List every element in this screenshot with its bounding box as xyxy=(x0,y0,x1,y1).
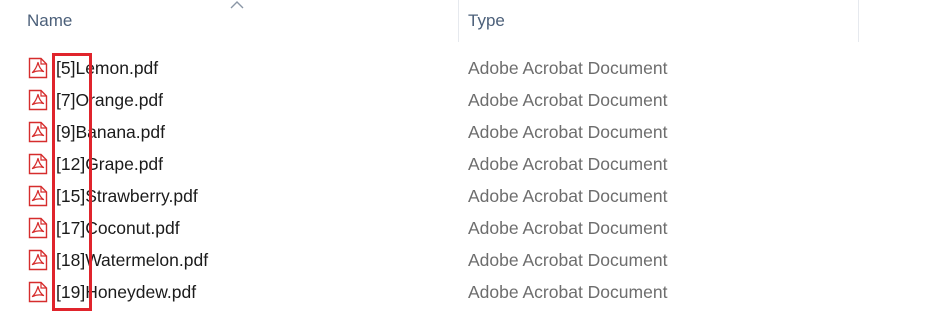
file-type: Adobe Acrobat Document xyxy=(468,218,668,238)
pdf-file-icon xyxy=(28,153,48,175)
column-divider[interactable] xyxy=(858,0,859,42)
file-name[interactable]: [17]Coconut.pdf xyxy=(56,212,180,244)
file-row[interactable]: [12]Grape.pdf Adobe Acrobat Document xyxy=(0,148,926,180)
file-row[interactable]: [9]Banana.pdf Adobe Acrobat Document xyxy=(0,116,926,148)
file-list: [5]Lemon.pdf Adobe Acrobat Document [7]O… xyxy=(0,52,926,308)
file-row[interactable]: [17]Coconut.pdf Adobe Acrobat Document xyxy=(0,212,926,244)
pdf-file-icon xyxy=(28,185,48,207)
file-row[interactable]: [7]Orange.pdf Adobe Acrobat Document xyxy=(0,84,926,116)
file-name[interactable]: [9]Banana.pdf xyxy=(56,116,165,148)
file-type: Adobe Acrobat Document xyxy=(468,282,668,302)
file-type: Adobe Acrobat Document xyxy=(468,154,668,174)
file-name[interactable]: [15]Strawberry.pdf xyxy=(56,180,198,212)
file-row[interactable]: [19]Honeydew.pdf Adobe Acrobat Document xyxy=(0,276,926,308)
pdf-file-icon xyxy=(28,57,48,79)
file-name[interactable]: [5]Lemon.pdf xyxy=(56,52,158,84)
pdf-file-icon xyxy=(28,217,48,239)
file-row[interactable]: [18]Watermelon.pdf Adobe Acrobat Documen… xyxy=(0,244,926,276)
file-name[interactable]: [12]Grape.pdf xyxy=(56,148,163,180)
name-column-header[interactable]: Name xyxy=(0,0,458,42)
file-type: Adobe Acrobat Document xyxy=(468,250,668,270)
file-name[interactable]: [7]Orange.pdf xyxy=(56,84,163,116)
file-type: Adobe Acrobat Document xyxy=(468,90,668,110)
pdf-file-icon xyxy=(28,281,48,303)
type-column-header[interactable]: Type xyxy=(459,0,858,42)
pdf-file-icon xyxy=(28,249,48,271)
file-row[interactable]: [15]Strawberry.pdf Adobe Acrobat Documen… xyxy=(0,180,926,212)
file-type: Adobe Acrobat Document xyxy=(468,122,668,142)
file-name[interactable]: [18]Watermelon.pdf xyxy=(56,244,208,276)
file-name[interactable]: [19]Honeydew.pdf xyxy=(56,276,196,308)
column-header-bar: Name Type xyxy=(0,0,926,42)
file-type: Adobe Acrobat Document xyxy=(468,58,668,78)
file-row[interactable]: [5]Lemon.pdf Adobe Acrobat Document xyxy=(0,52,926,84)
pdf-file-icon xyxy=(28,89,48,111)
pdf-file-icon xyxy=(28,121,48,143)
file-type: Adobe Acrobat Document xyxy=(468,186,668,206)
